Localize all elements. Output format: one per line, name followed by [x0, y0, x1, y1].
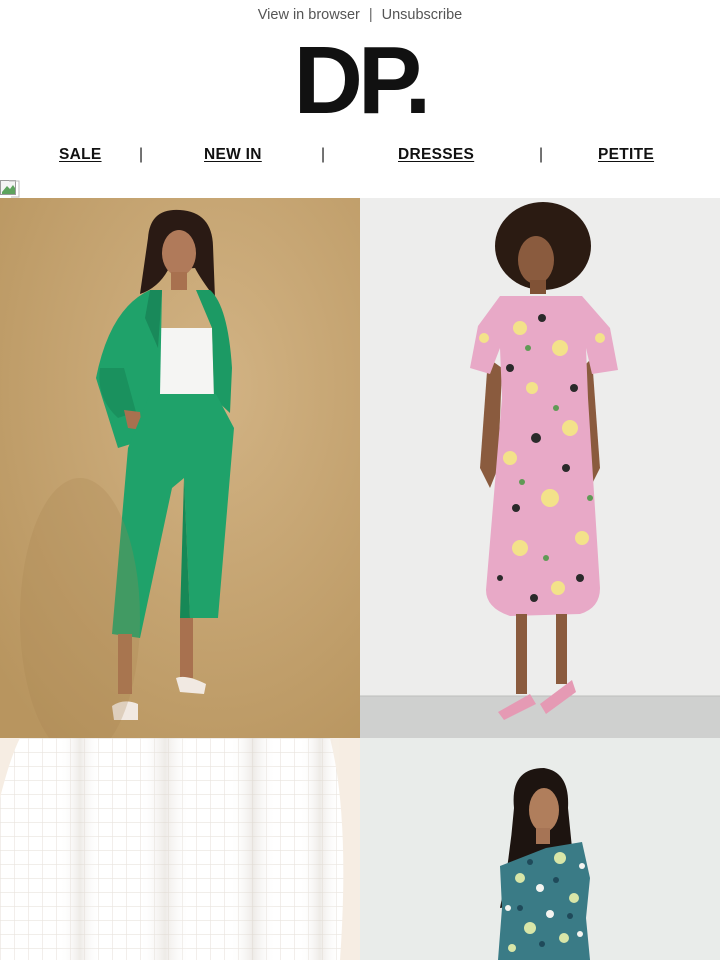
product-image-white-fabric[interactable]: [0, 738, 360, 960]
brand-logo[interactable]: DP.: [0, 33, 720, 129]
product-grid: [0, 198, 720, 960]
nav-divider: |: [321, 146, 326, 163]
preheader-separator: |: [368, 7, 373, 23]
white-fabric-photo: [0, 738, 360, 960]
product-image-green-suit[interactable]: [0, 198, 360, 738]
blue-floral-dress-photo: [360, 738, 720, 960]
green-suit-photo: [0, 198, 360, 738]
nav-item-petite[interactable]: PETITE: [598, 146, 654, 164]
unsubscribe-link[interactable]: Unsubscribe: [382, 7, 463, 23]
broken-image-icon: [0, 180, 20, 198]
nav-item-new-in[interactable]: NEW IN: [204, 146, 262, 164]
product-image-blue-floral-dress[interactable]: [360, 738, 720, 960]
nav-divider: |: [139, 146, 144, 163]
preheader: View in browser | Unsubscribe: [0, 0, 720, 30]
floral-dress-photo: [360, 198, 720, 738]
product-image-floral-dress[interactable]: [360, 198, 720, 738]
main-nav: SALE | NEW IN | DRESSES | PETITE: [0, 146, 720, 166]
nav-item-sale[interactable]: SALE: [59, 146, 102, 164]
nav-divider: |: [539, 146, 544, 163]
view-in-browser-link[interactable]: View in browser: [258, 7, 360, 23]
nav-item-dresses[interactable]: DRESSES: [398, 146, 474, 164]
